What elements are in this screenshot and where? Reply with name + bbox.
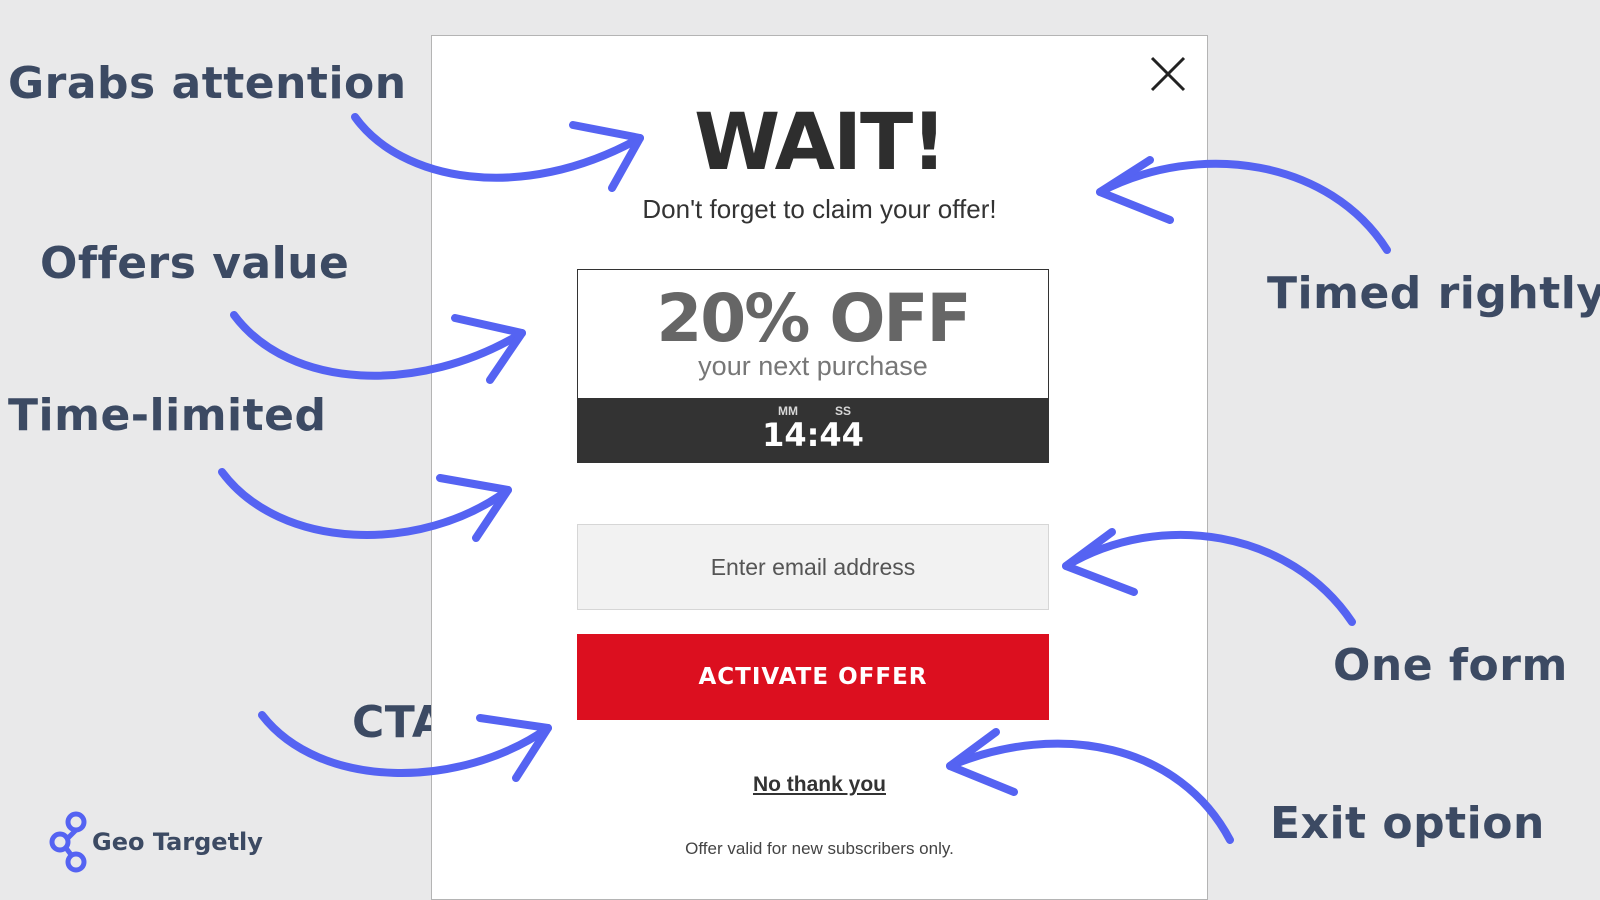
arrow-time-limited xyxy=(218,468,512,542)
arrow-cta xyxy=(258,711,552,782)
location-pins-logo-icon xyxy=(49,811,87,873)
arrow-one-form xyxy=(1062,528,1356,626)
brand-name: Geo Targetly xyxy=(92,828,263,856)
annotation-arrows xyxy=(218,113,1391,844)
arrow-timed-rightly xyxy=(1096,156,1391,254)
brand-logo: Geo Targetly xyxy=(46,810,276,880)
arrow-offers-value xyxy=(230,311,526,384)
arrow-exit-option xyxy=(946,728,1234,844)
arrow-grabs-attention xyxy=(351,113,644,192)
